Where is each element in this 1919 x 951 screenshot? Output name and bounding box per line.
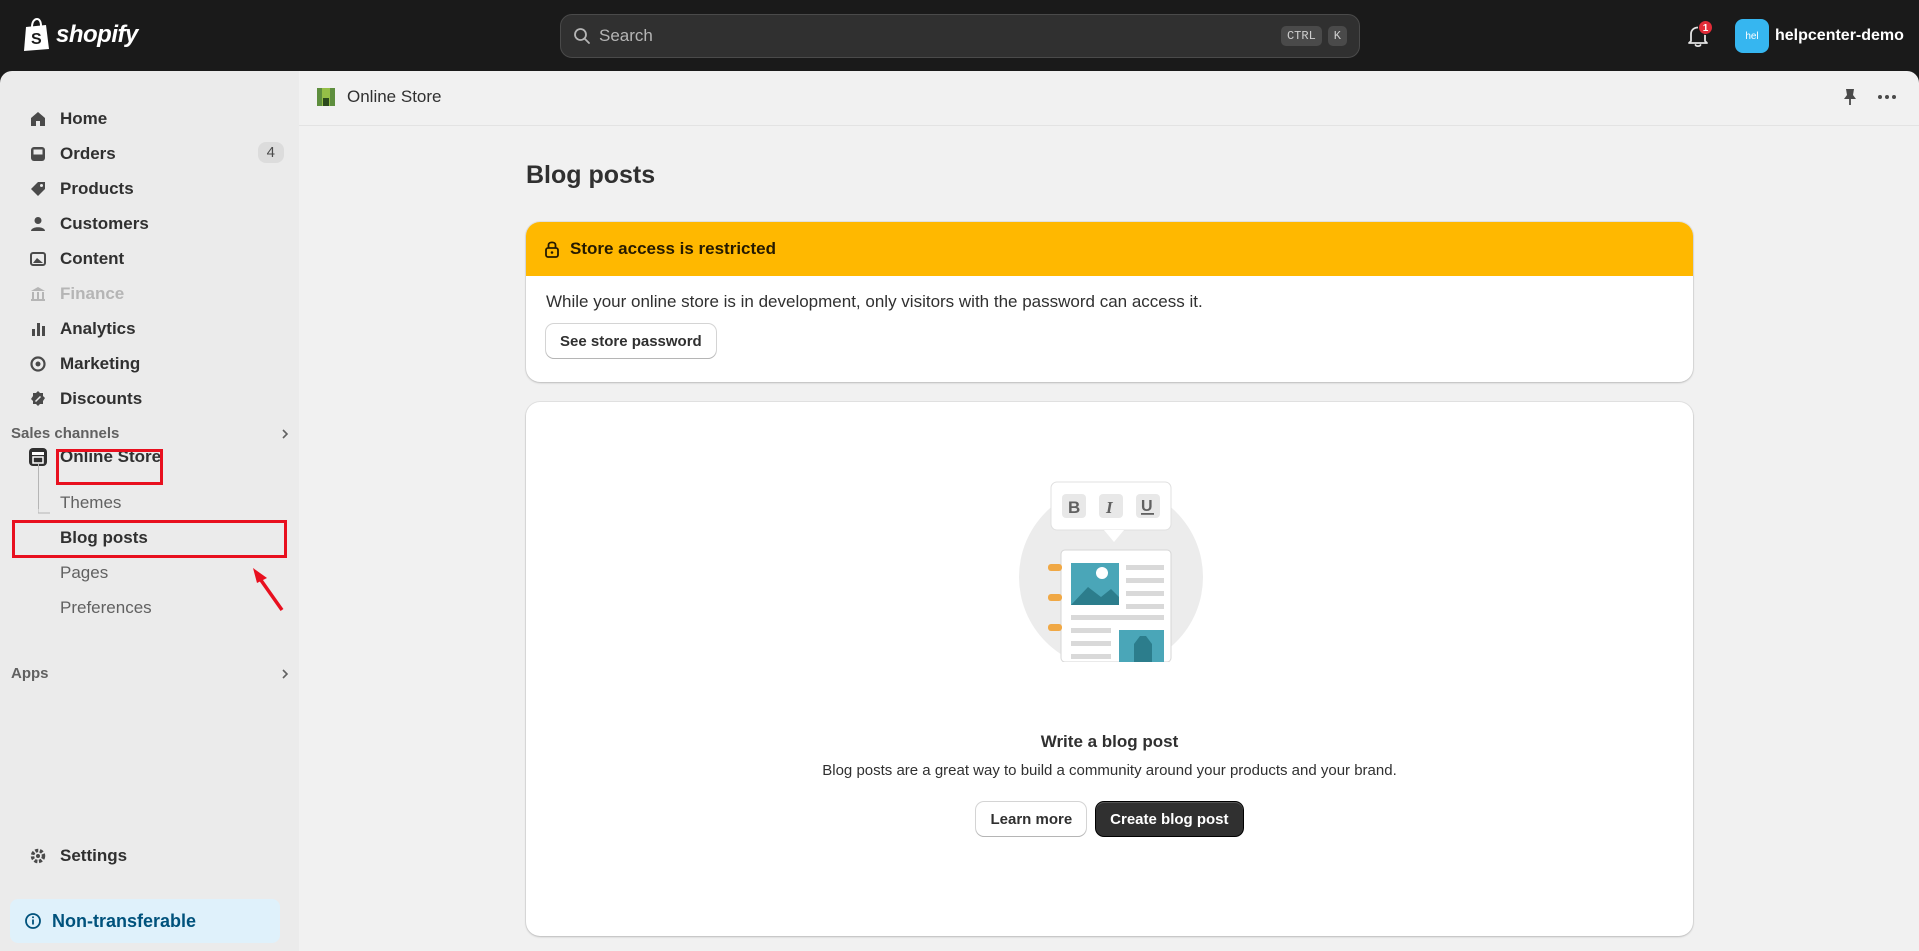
orders-count-badge: 4 — [257, 142, 284, 163]
sidebar-item-finance: Finance — [10, 277, 284, 311]
sidebar-item-content[interactable]: Content — [10, 242, 284, 276]
alert-body: While your online store is in developmen… — [526, 276, 1693, 374]
sidebar-item-marketing[interactable]: Marketing — [10, 347, 284, 381]
apps-header[interactable]: Apps — [11, 665, 291, 682]
shopify-logo[interactable]: S shopify — [22, 18, 138, 52]
svg-text:U: U — [1141, 498, 1153, 515]
brand-name: shopify — [56, 21, 138, 48]
alert-title: Store access is restricted — [570, 239, 777, 258]
notification-count-badge: 1 — [1698, 20, 1713, 35]
sidebar-item-label: Products — [60, 179, 134, 198]
sidebar-item-label: Settings — [60, 846, 128, 865]
avatar: hel — [1735, 19, 1769, 53]
blog-posts-empty-state: B I U Write a blog post Blog posts are a… — [526, 402, 1693, 936]
empty-state-actions: Learn more Create blog post — [526, 802, 1693, 836]
account-menu[interactable]: hel helpcenter-demo — [1735, 19, 1904, 53]
search-bar[interactable]: Search CTRL K — [560, 14, 1360, 58]
empty-state-title: Write a blog post — [1040, 732, 1179, 751]
breadcrumb-bar: Online Store — [299, 71, 1919, 126]
sidebar-item-customers[interactable]: Customers — [10, 207, 284, 241]
sidebar-item-label: Home — [60, 109, 108, 128]
search-icon — [574, 28, 590, 44]
target-icon — [28, 354, 48, 374]
highlight-box-online-store — [56, 449, 163, 485]
shortcut-k-key: K — [1327, 26, 1347, 46]
more-actions-icon[interactable] — [1877, 88, 1897, 106]
sidebar-subitem-preferences[interactable]: Preferences — [60, 598, 152, 618]
orders-icon — [28, 144, 48, 164]
pin-icon[interactable] — [1842, 88, 1858, 106]
sidebar-item-analytics[interactable]: Analytics — [10, 312, 284, 346]
breadcrumb-label: Online Store — [347, 87, 442, 106]
online-store-icon — [317, 88, 335, 106]
alert-message: While your online store is in developmen… — [546, 292, 1203, 311]
svg-text:S: S — [31, 31, 42, 48]
top-bar: S shopify Search CTRL K 1 hel helpcenter… — [0, 0, 1919, 71]
search-input[interactable]: Search — [599, 26, 1275, 46]
tree-branch — [38, 507, 50, 514]
sidebar-item-label: Customers — [60, 214, 149, 233]
empty-state-description: Blog posts are a great way to build a co… — [822, 762, 1397, 779]
person-icon — [28, 214, 48, 234]
info-icon — [25, 913, 41, 929]
sidebar-subitem-pages[interactable]: Pages — [60, 563, 108, 583]
sidebar-item-label: Content — [60, 249, 125, 268]
sidebar-item-label: Analytics — [60, 319, 136, 338]
sidebar-item-home[interactable]: Home — [10, 102, 284, 136]
chevron-right-icon — [282, 429, 289, 439]
section-label: Apps — [11, 665, 49, 682]
sidebar-item-orders[interactable]: Orders 4 — [10, 137, 284, 171]
sidebar-item-label: Orders — [60, 144, 116, 163]
highlight-box-blog-posts — [12, 520, 287, 558]
non-transferable-notice[interactable]: Non-transferable — [10, 899, 280, 943]
breadcrumb[interactable]: Online Store — [315, 86, 442, 108]
sidebar-item-products[interactable]: Products — [10, 172, 284, 206]
alert-header: Store access is restricted — [526, 222, 1693, 276]
store-restricted-alert: Store access is restricted While your on… — [526, 222, 1693, 382]
sidebar: Home Orders 4 Products Customers Content… — [0, 71, 299, 951]
shopify-bag-icon: S — [24, 18, 49, 51]
gear-icon — [28, 846, 48, 866]
create-blog-post-button[interactable]: Create blog post — [1096, 802, 1243, 836]
notice-label: Non-transferable — [52, 910, 197, 931]
blog-illustration: B I U — [1019, 481, 1203, 662]
sidebar-item-label: Finance — [60, 284, 125, 303]
home-icon — [28, 109, 48, 129]
bar-chart-icon — [28, 319, 48, 339]
sidebar-subitem-themes[interactable]: Themes — [60, 493, 121, 513]
lock-icon — [545, 241, 559, 258]
tree-line — [38, 464, 39, 509]
store-name: helpcenter-demo — [1775, 27, 1904, 44]
sidebar-item-label: Discounts — [60, 389, 143, 408]
sidebar-item-settings[interactable]: Settings — [10, 839, 284, 873]
main-content: Online Store Blog posts Store access is … — [299, 71, 1919, 951]
annotation-arrow — [253, 568, 284, 612]
bank-icon — [28, 284, 48, 304]
see-store-password-button[interactable]: See store password — [546, 324, 716, 358]
image-icon — [28, 249, 48, 269]
sidebar-item-label: Marketing — [60, 354, 141, 373]
shortcut-ctrl-key: CTRL — [1280, 26, 1322, 46]
discount-icon — [28, 389, 48, 409]
svg-text:B: B — [1068, 498, 1080, 517]
page-title: Blog posts — [526, 161, 656, 189]
chevron-right-icon — [282, 669, 289, 679]
learn-more-button[interactable]: Learn more — [976, 802, 1087, 836]
tag-icon — [28, 179, 48, 199]
sidebar-item-discounts[interactable]: Discounts — [10, 382, 284, 416]
